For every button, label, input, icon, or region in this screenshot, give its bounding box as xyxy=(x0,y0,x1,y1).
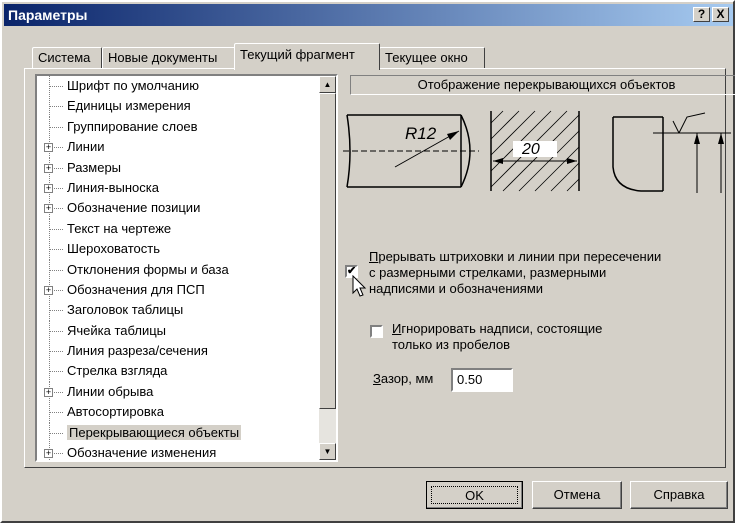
tree-line xyxy=(49,330,63,332)
scroll-thumb[interactable] xyxy=(319,93,336,409)
parameters-dialog: Параметры ? X Система Новые документы Те… xyxy=(0,0,735,523)
tree-item-label: Размеры xyxy=(67,159,122,175)
tree-item-label: Обозначение изменения xyxy=(67,445,217,461)
tree-item[interactable]: Перекрывающиеся объекты xyxy=(37,422,307,444)
gap-label: Зазор, мм xyxy=(373,371,434,386)
gap-input[interactable]: 0.50 xyxy=(451,368,513,392)
tree-item[interactable]: Ячейка таблицы xyxy=(37,320,307,342)
help-title-button[interactable]: ? xyxy=(693,7,710,22)
interrupt-line-2: с размерными стрелками, размерными xyxy=(369,265,607,280)
scroll-up-icon[interactable]: ▲ xyxy=(319,76,336,93)
tree-line xyxy=(49,269,63,271)
tree-item-label: Группирование слоев xyxy=(67,118,198,134)
tree-item[interactable]: + Линии обрыва xyxy=(37,381,307,403)
ok-button[interactable]: OK xyxy=(426,481,523,509)
tree-item-label: Шрифт по умолчанию xyxy=(67,78,199,93)
tree-item-label: Автосортировка xyxy=(67,404,164,420)
tree-item[interactable]: Автосортировка xyxy=(37,402,307,424)
tree-line xyxy=(49,106,63,108)
tree-line xyxy=(49,249,63,251)
tab-current-fragment[interactable]: Текущий фрагмент xyxy=(234,43,380,70)
tree-item-label: Линия разреза/сечения xyxy=(67,343,208,359)
mouse-cursor-icon xyxy=(352,275,367,297)
tree-line xyxy=(49,310,63,312)
tree-line xyxy=(49,432,63,434)
tree-line xyxy=(49,86,63,87)
expand-icon[interactable]: + xyxy=(44,183,53,193)
title-bar: Параметры ? X xyxy=(4,4,733,26)
radius-label: R12 xyxy=(405,124,437,143)
tree-item-label: Линии обрыва xyxy=(67,383,154,399)
ignore-spaces-option[interactable]: Игнорировать надписи, состоящие только и… xyxy=(370,321,692,353)
settings-tree[interactable]: Шрифт по умолчанию Единицы измерения Групп… xyxy=(35,74,338,462)
tree-item[interactable]: + Обозначение позиции xyxy=(37,198,307,220)
window-title: Параметры xyxy=(8,7,88,23)
tree-item[interactable]: Линия разреза/сечения xyxy=(37,341,307,363)
tab-current-window[interactable]: Текущее окно xyxy=(379,47,485,69)
tree-item-label: Ячейка таблицы xyxy=(67,322,167,338)
expand-icon[interactable]: + xyxy=(44,163,53,173)
tree-item[interactable]: Шрифт по умолчанию xyxy=(37,76,307,97)
expand-icon[interactable]: + xyxy=(44,387,53,397)
interrupt-line-3: надписями и обозначениями xyxy=(369,281,544,296)
tree-item-label: Шероховатость xyxy=(67,241,161,257)
tab-new-documents[interactable]: Новые документы xyxy=(102,47,236,69)
scroll-down-icon[interactable]: ▼ xyxy=(319,443,336,460)
close-button[interactable]: X xyxy=(712,7,729,22)
tree-scrollbar[interactable]: ▲ ▼ xyxy=(319,76,336,460)
tree-item[interactable]: Заголовок таблицы xyxy=(37,300,307,322)
ignore-line-2: только из пробелов xyxy=(392,337,511,352)
tree-item-label: Единицы измерения xyxy=(67,98,191,114)
tree-item[interactable]: Текст на чертеже xyxy=(37,218,307,240)
tree-list: Шрифт по умолчанию Единицы измерения Групп… xyxy=(37,76,307,461)
tree-item[interactable]: + Обозначение изменения xyxy=(37,443,307,461)
section-title: Отображение перекрывающихся объектов xyxy=(350,75,735,95)
tree-item-label: Обозначение позиции xyxy=(67,200,201,216)
tree-item[interactable]: + Линия-выноска xyxy=(37,177,307,199)
tree-line xyxy=(49,351,63,353)
tab-panel: Шрифт по умолчанию Единицы измерения Групп… xyxy=(24,68,735,468)
tree-item[interactable]: + Размеры xyxy=(37,157,307,179)
tree-item-label: Перекрывающиеся объекты xyxy=(67,424,242,440)
ignore-spaces-checkbox[interactable] xyxy=(370,325,383,338)
tree-line xyxy=(49,126,63,128)
tree-line xyxy=(49,412,63,414)
tree-item-label: Линия-выноска xyxy=(67,179,159,195)
tree-item[interactable]: Стрелка взгляда xyxy=(37,361,307,383)
tree-item[interactable]: + Линии xyxy=(37,137,307,159)
tree-item[interactable]: Отклонения формы и база xyxy=(37,259,307,281)
overlap-illustration: R12 20 xyxy=(343,110,731,193)
tree-item-label: Стрелка взгляда xyxy=(67,363,168,379)
tree-item[interactable]: Группирование слоев xyxy=(37,116,307,138)
tree-item-label: Текст на чертеже xyxy=(67,220,172,236)
tree-item-label: Обозначения для ПСП xyxy=(67,281,205,297)
interrupt-hatching-option[interactable]: ✔ Прерывать штриховки и линии при пересе… xyxy=(345,249,719,297)
help-button[interactable]: Справка xyxy=(630,481,728,509)
expand-icon[interactable]: + xyxy=(44,285,53,295)
interrupt-line-1: Прерывать штриховки и линии при пересече… xyxy=(369,249,662,264)
tree-item-label: Отклонения формы и база xyxy=(67,261,229,277)
expand-icon[interactable]: + xyxy=(44,449,53,459)
tree-line xyxy=(49,371,63,373)
expand-icon[interactable]: + xyxy=(44,204,53,214)
tree-item[interactable]: Единицы измерения xyxy=(37,96,307,118)
cancel-button[interactable]: Отмена xyxy=(532,481,622,509)
tab-system[interactable]: Система xyxy=(32,47,102,69)
tree-item[interactable]: + Обозначения для ПСП xyxy=(37,279,307,301)
dimension-label: 20 xyxy=(521,141,540,158)
expand-icon[interactable]: + xyxy=(44,143,53,153)
tree-item-label: Заголовок таблицы xyxy=(67,302,184,318)
tree-item[interactable]: Шероховатость xyxy=(37,239,307,261)
ignore-line-1: Игнорировать надписи, состоящие xyxy=(392,321,603,336)
tree-line xyxy=(49,228,63,230)
tree-item-label: Линии xyxy=(67,139,105,155)
